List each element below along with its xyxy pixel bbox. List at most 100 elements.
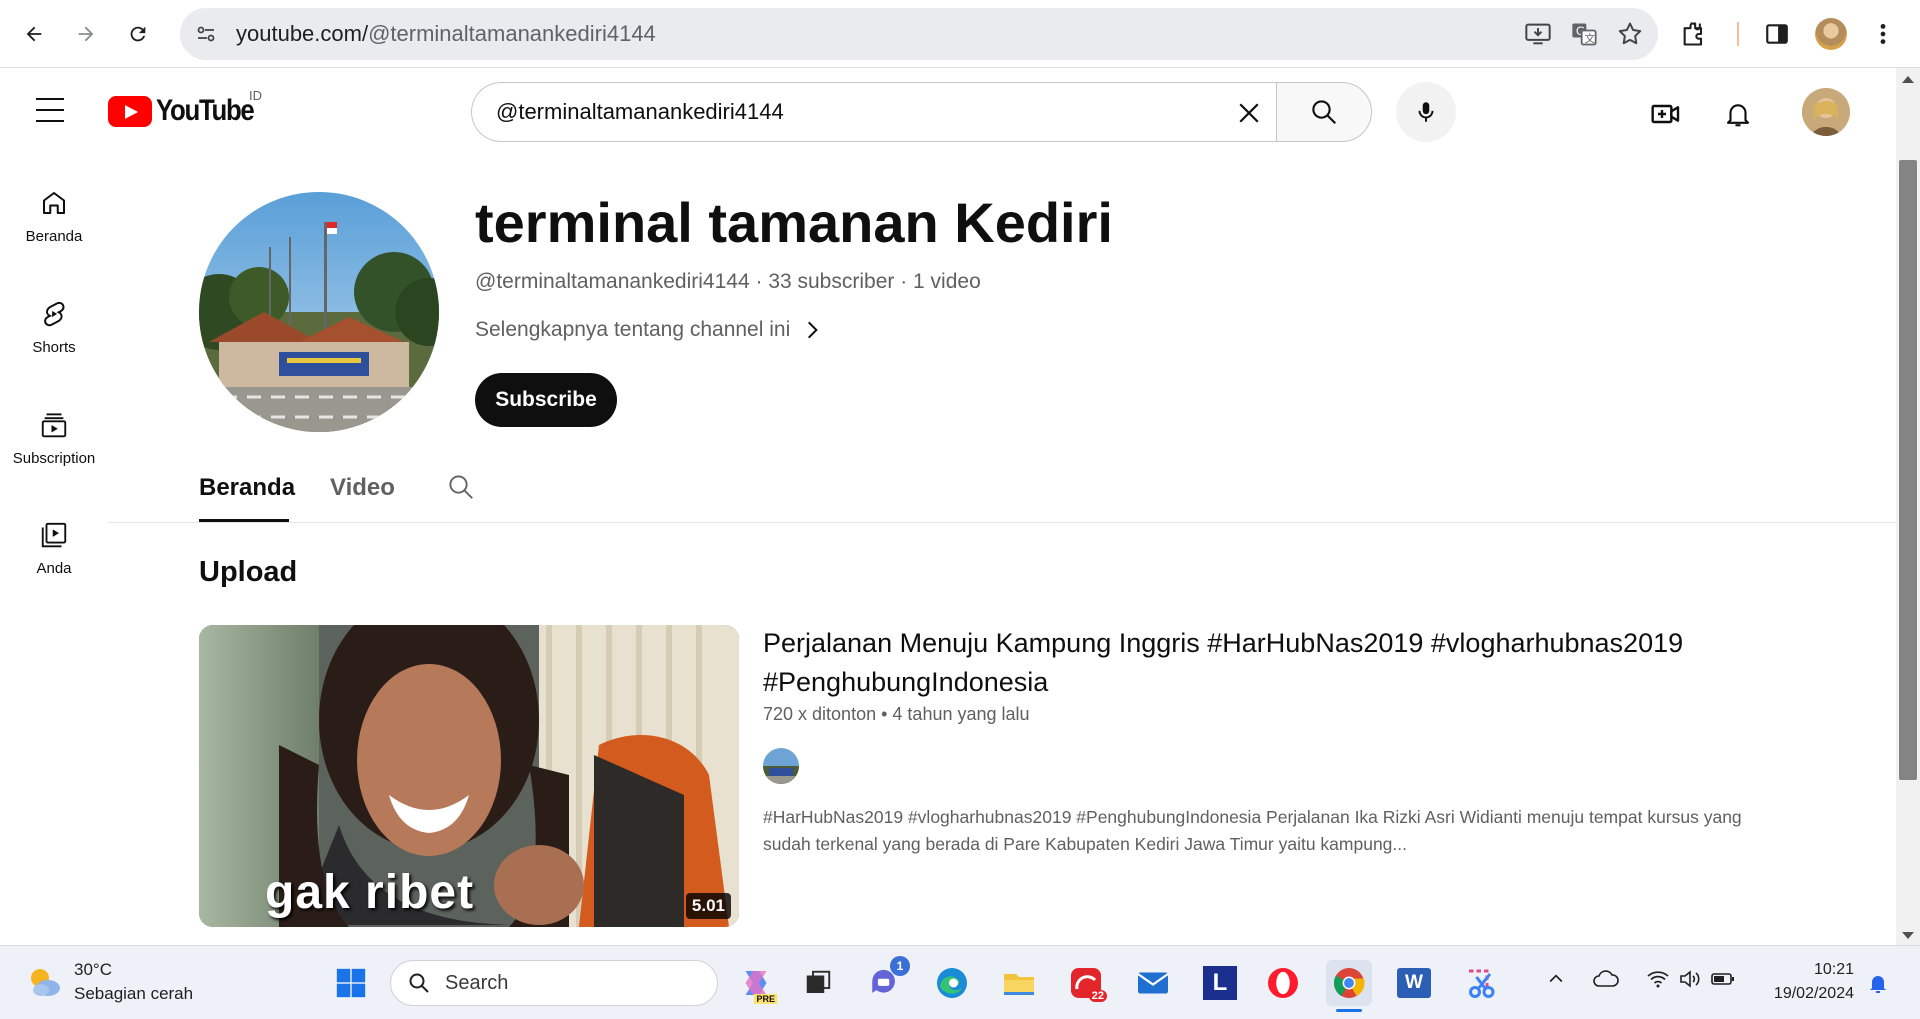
taskbar-search-placeholder: Search — [445, 971, 509, 994]
more-vert-icon[interactable] — [1876, 21, 1890, 47]
taskbar-task-view[interactable] — [795, 960, 841, 1006]
taskbar-search[interactable]: Search — [390, 960, 718, 1006]
taskbar-snipping-tool[interactable] — [1458, 960, 1504, 1006]
taskbar-chrome[interactable] — [1326, 960, 1372, 1012]
network-volume-battery[interactable] — [1646, 968, 1736, 990]
account-avatar[interactable] — [1802, 88, 1850, 136]
app-counter-badge: 22 — [1088, 990, 1107, 1002]
subscribe-button[interactable]: Subscribe — [475, 373, 617, 427]
onedrive-cloud-icon[interactable] — [1592, 968, 1620, 990]
search-icon — [1312, 100, 1337, 125]
guide-label: Anda — [36, 560, 72, 577]
video-channel-avatar[interactable] — [763, 748, 799, 784]
taskbar-edge[interactable] — [929, 960, 975, 1006]
notification-bell-icon — [1870, 976, 1886, 993]
taskbar-opera[interactable] — [1260, 960, 1306, 1006]
channel-search-icon[interactable] — [446, 472, 476, 502]
bell-icon — [1726, 104, 1750, 127]
scrollbar-thumb[interactable] — [1899, 160, 1917, 780]
battery-icon — [1711, 973, 1734, 985]
video-thumbnail[interactable]: gak ribet 5.01 — [199, 625, 739, 927]
bookmark-star-icon[interactable] — [1616, 20, 1644, 48]
taskbar-mail[interactable] — [1130, 960, 1176, 1006]
taskbar-teams[interactable]: 1 — [862, 956, 910, 1006]
youtube-logo[interactable]: YouTube — [108, 94, 269, 128]
chevron-up-icon[interactable] — [1546, 969, 1566, 989]
scroll-up-arrow-icon[interactable] — [1902, 76, 1914, 83]
windows-taskbar: 30°C Sebagian cerah Search PRE 1 22 L W … — [0, 945, 1920, 1019]
taskbar-file-explorer[interactable] — [996, 960, 1042, 1006]
guide-label: Subscription — [12, 450, 96, 467]
teams-notification-badge: 1 — [890, 956, 910, 976]
arrow-left-icon — [26, 26, 42, 42]
notification-center[interactable] — [1866, 970, 1890, 996]
weather-condition: Sebagian cerah — [74, 984, 194, 1003]
shorts-icon — [44, 301, 65, 327]
address-bar[interactable]: youtube.com/@terminaltamanankediri4144 G… — [180, 8, 1658, 60]
arrow-right-icon — [78, 26, 94, 42]
windows-start-icon — [336, 968, 366, 998]
channel-tabs: Beranda Video — [108, 460, 1896, 523]
tab-video[interactable]: Video — [330, 474, 395, 502]
translate-icon[interactable]: G文 — [1570, 20, 1598, 48]
search-input[interactable]: @terminaltamanankediri4144 — [471, 82, 1277, 142]
video-title-link[interactable]: Perjalanan Menuju Kampung Inggris #HarHu… — [763, 624, 1763, 702]
guide-item-subscription[interactable]: Subscription — [0, 398, 108, 498]
scroll-down-arrow-icon[interactable] — [1902, 932, 1914, 939]
home-icon — [43, 192, 65, 214]
video-count: 1 video — [913, 270, 981, 293]
section-title: Upload — [199, 556, 298, 588]
create-button[interactable] — [1644, 92, 1688, 136]
guide-item-anda[interactable]: Anda — [0, 508, 108, 608]
edge-browser-icon — [937, 968, 967, 998]
back-button[interactable] — [14, 14, 54, 54]
chrome-icon — [1333, 968, 1365, 998]
site-settings-icon[interactable] — [194, 22, 218, 46]
folder-icon — [1004, 974, 1034, 995]
guide-item-beranda[interactable]: Beranda — [0, 176, 108, 276]
meta-separator: • — [881, 704, 893, 724]
thumbnail-caption: gak ribet — [265, 866, 475, 919]
install-app-icon[interactable] — [1524, 20, 1552, 48]
copilot-pre-badge: PRE — [754, 994, 777, 1004]
avatar-image — [1802, 88, 1850, 136]
clear-search-button[interactable] — [1229, 93, 1269, 133]
start-button[interactable] — [328, 960, 374, 1006]
extensions-icon[interactable] — [1680, 20, 1708, 48]
taskbar-copilot[interactable]: PRE — [733, 960, 779, 1006]
taskbar-word[interactable]: W — [1391, 960, 1437, 1006]
channel-avatar[interactable] — [199, 192, 439, 432]
page-scrollbar[interactable] — [1896, 68, 1920, 945]
taskbar-clock[interactable]: 10:21 19/02/2024 — [1760, 958, 1854, 1006]
guide-item-shorts[interactable]: Shorts — [0, 287, 108, 387]
taskbar-app-red[interactable]: 22 — [1063, 960, 1109, 1006]
channel-about-label: Selengkapnya tentang channel ini — [475, 318, 791, 341]
youtube-masthead: YouTube ID @terminaltamanankediri4144 — [0, 68, 1896, 156]
search-button[interactable] — [1276, 82, 1372, 142]
microphone-icon — [1418, 102, 1434, 122]
taskbar-l-app[interactable]: L — [1197, 960, 1243, 1006]
svg-text:文: 文 — [1585, 32, 1596, 45]
notifications-button[interactable] — [1716, 92, 1760, 136]
snipping-tool-icon — [1469, 969, 1495, 998]
weather-widget[interactable]: 30°C Sebagian cerah — [24, 958, 193, 1006]
voice-search-button[interactable] — [1396, 82, 1456, 142]
tab-beranda[interactable]: Beranda — [199, 474, 295, 502]
mail-icon — [1137, 972, 1169, 994]
clock-date: 19/02/2024 — [1773, 985, 1854, 1002]
channel-about-link[interactable]: Selengkapnya tentang channel ini — [475, 318, 820, 342]
url-text[interactable]: youtube.com/@terminaltamanankediri4144 — [236, 21, 656, 47]
browser-toolbar: youtube.com/@terminaltamanankediri4144 G… — [0, 0, 1920, 68]
meta-separator: · — [900, 270, 914, 293]
forward-button[interactable] — [66, 14, 106, 54]
volume-icon — [1680, 970, 1700, 988]
profile-avatar[interactable] — [1815, 18, 1847, 50]
channel-avatar-image — [199, 192, 439, 432]
l-app-icon: L — [1203, 966, 1237, 1000]
video-description: #HarHubNas2019 #vlogharhubnas2019 #Pengh… — [763, 807, 1742, 854]
guide-menu-icon[interactable] — [36, 98, 72, 126]
side-panel-icon[interactable] — [1764, 21, 1790, 47]
close-icon — [1239, 103, 1259, 123]
reload-button[interactable] — [118, 14, 158, 54]
youtube-play-logo-icon — [108, 95, 152, 127]
